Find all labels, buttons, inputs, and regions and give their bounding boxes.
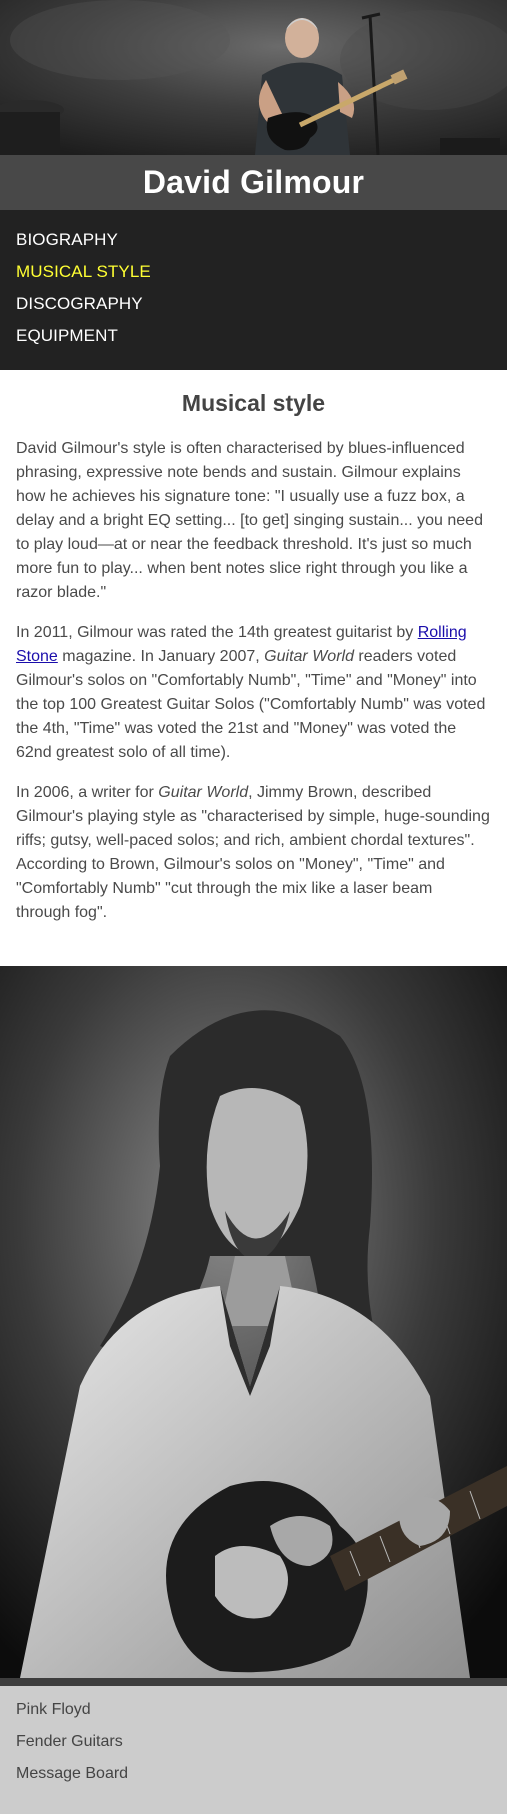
nav-link-musical-style[interactable]: MUSICAL STYLE (16, 262, 151, 281)
footer-link-message-board[interactable]: Message Board (16, 1765, 128, 1782)
footer-item-fender-guitars: Fender Guitars (0, 1726, 507, 1758)
footer-link-fender-guitars[interactable]: Fender Guitars (16, 1733, 123, 1750)
main-content: Musical style David Gilmour's style is o… (0, 370, 507, 966)
paragraph-1: David Gilmour's style is often character… (16, 440, 483, 601)
nav-list: BIOGRAPHY MUSICAL STYLE DISCOGRAPHY EQUI… (0, 224, 507, 352)
footer-item-pink-floyd: Pink Floyd (0, 1694, 507, 1726)
nav-link-biography[interactable]: BIOGRAPHY (16, 230, 118, 249)
image-divider (0, 1678, 507, 1686)
nav-link-discography[interactable]: DISCOGRAPHY (16, 294, 143, 313)
paragraph-3-text-a: In 2006, a writer for (16, 784, 159, 801)
site-title: David Gilmour (142, 164, 365, 200)
guitar-world-emphasis-2: Guitar World (158, 784, 249, 801)
paragraph-2-text-a: In 2011, Gilmour was rated the 14th grea… (16, 624, 418, 641)
portrait-image (0, 966, 507, 1678)
nav-item-musical-style: MUSICAL STYLE (0, 256, 507, 288)
nav-link-equipment[interactable]: EQUIPMENT (16, 326, 118, 345)
title-bar: David Gilmour (0, 155, 507, 210)
hero-photo (0, 0, 507, 155)
footer-link-list: Pink Floyd Fender Guitars Message Board (0, 1694, 507, 1790)
site-header: David Gilmour (0, 0, 507, 210)
footer-link-pink-floyd[interactable]: Pink Floyd (16, 1701, 91, 1718)
paragraph-3-text-b: , Jimmy Brown, described Gilmour's playi… (16, 784, 490, 921)
nav-item-biography: BIOGRAPHY (0, 224, 507, 256)
nav-item-equipment: EQUIPMENT (0, 320, 507, 352)
main-navigation: BIOGRAPHY MUSICAL STYLE DISCOGRAPHY EQUI… (0, 210, 507, 370)
footer: Pink Floyd Fender Guitars Message Board (0, 1686, 507, 1814)
footer-item-message-board: Message Board (0, 1758, 507, 1790)
paragraph-2-text-b: magazine. In January 2007, (57, 648, 265, 665)
paragraph-2: In 2011, Gilmour was rated the 14th grea… (16, 621, 491, 765)
hero-image (0, 0, 507, 155)
portrait-photo (0, 966, 507, 1678)
paragraph-3: In 2006, a writer for Guitar World, Jimm… (16, 781, 491, 925)
nav-item-discography: DISCOGRAPHY (0, 288, 507, 320)
guitar-world-emphasis: Guitar World (264, 648, 354, 665)
section-heading: Musical style (181, 390, 326, 416)
